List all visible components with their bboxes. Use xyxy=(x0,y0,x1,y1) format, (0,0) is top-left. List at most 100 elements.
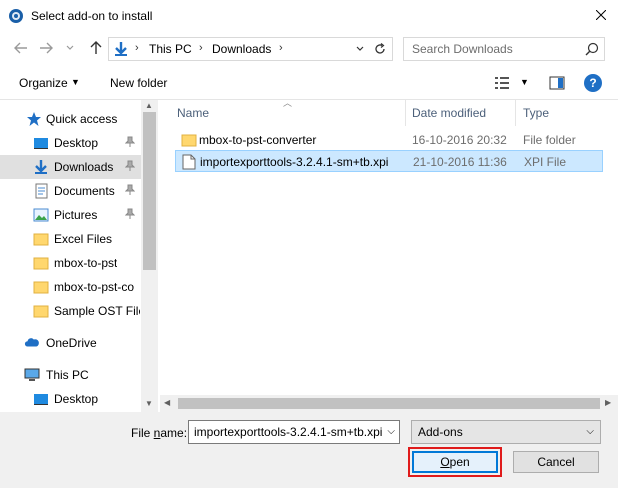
sidebar-item-sample-ost-file[interactable]: Sample OST File xyxy=(0,299,141,323)
chevron-down-icon xyxy=(66,45,74,50)
search-input[interactable]: Search Downloads xyxy=(403,37,605,61)
column-separator[interactable] xyxy=(405,100,406,126)
file-row-mbox-to-pst-converter[interactable]: mbox-to-pst-converter 16-10-2016 20:32 F… xyxy=(175,129,603,151)
scroll-up-icon[interactable]: ▲ xyxy=(145,101,153,110)
sidebar-item-pictures[interactable]: Pictures xyxy=(0,203,141,227)
folder-icon xyxy=(33,257,49,270)
sidebar-item-label: Downloads xyxy=(54,160,114,174)
file-row-importexporttools[interactable]: importexporttools-3.2.4.1-sm+tb.xpi 21-1… xyxy=(175,150,603,172)
sidebar-item-label: mbox-to-pst-co xyxy=(54,280,135,294)
download-icon xyxy=(35,160,47,174)
help-button[interactable]: ? xyxy=(584,74,602,92)
desktop-icon xyxy=(34,394,48,405)
sidebar-item-label: Documents xyxy=(54,184,115,198)
breadcrumb-separator-icon: › xyxy=(135,42,139,54)
view-dropdown-icon[interactable]: ▼ xyxy=(520,77,529,87)
sidebar-scroll-thumb[interactable] xyxy=(143,112,156,270)
documents-icon xyxy=(35,183,48,199)
folder-icon xyxy=(33,281,49,294)
title-bar: Select add-on to install xyxy=(0,0,618,32)
file-name: importexporttools-3.2.4.1-sm+tb.xpi xyxy=(200,155,389,169)
pictures-icon xyxy=(33,208,49,222)
back-button[interactable] xyxy=(13,40,29,56)
scroll-right-icon[interactable]: ▶ xyxy=(605,398,611,407)
close-icon xyxy=(596,10,606,20)
download-icon xyxy=(115,42,127,56)
breadcrumb-separator-icon: › xyxy=(279,42,283,54)
refresh-button[interactable] xyxy=(371,40,389,58)
folder-icon xyxy=(33,233,49,246)
file-type-filter-value: Add-ons xyxy=(418,425,463,439)
chevron-down-icon[interactable]: ⌵ xyxy=(387,426,395,437)
up-button[interactable] xyxy=(88,40,104,56)
horizontal-scroll-thumb[interactable] xyxy=(178,398,600,409)
sidebar-item-label: mbox-to-pst xyxy=(54,256,118,270)
sidebar-item-mbox-to-pst[interactable]: mbox-to-pst xyxy=(0,251,141,275)
sidebar-item-label: Pictures xyxy=(54,208,98,222)
breadcrumb-this-pc[interactable]: This PC xyxy=(149,42,192,56)
cancel-button[interactable]: Cancel xyxy=(513,451,599,473)
sidebar-item-mbox-to-pst-co[interactable]: mbox-to-pst-co xyxy=(0,275,141,299)
sidebar-item-onedrive[interactable]: OneDrive xyxy=(0,331,141,355)
file-name-input[interactable]: importexporttools-3.2.4.1-sm+tb.xpi ⌵ xyxy=(188,420,400,444)
pin-icon[interactable] xyxy=(125,184,135,196)
file-type: XPI File xyxy=(524,155,567,169)
sidebar-item-label: OneDrive xyxy=(46,336,97,350)
open-button[interactable]: Open xyxy=(412,451,498,473)
thunderbird-icon xyxy=(9,9,23,23)
folder-icon xyxy=(181,134,197,147)
folder-icon xyxy=(33,305,49,318)
sort-ascending-icon: ︿ xyxy=(283,98,293,108)
refresh-icon xyxy=(375,43,385,54)
file-type-filter-select[interactable]: Add-ons ⌵ xyxy=(411,420,601,444)
file-icon xyxy=(182,154,196,170)
file-type: File folder xyxy=(523,133,576,147)
sidebar-item-excel-files[interactable]: Excel Files xyxy=(0,227,141,251)
arrow-right-icon xyxy=(40,42,53,54)
sidebar-item-label: Sample OST File xyxy=(54,304,140,318)
sidebar-item-desktop-pc[interactable]: Desktop xyxy=(0,387,141,411)
star-icon xyxy=(27,112,41,126)
sidebar-item-this-pc[interactable]: This PC xyxy=(0,363,141,387)
file-date: 21-10-2016 11:36 xyxy=(413,155,507,169)
sidebar-item-label: Excel Files xyxy=(54,232,113,246)
sidebar-item-desktop[interactable]: Desktop xyxy=(0,131,141,155)
sidebar-item-label: This PC xyxy=(46,368,89,382)
column-separator[interactable] xyxy=(515,100,516,126)
sidebar-item-label: Desktop xyxy=(54,136,99,150)
organize-dropdown-icon[interactable]: ▼ xyxy=(71,77,80,87)
pin-icon[interactable] xyxy=(125,208,135,220)
search-placeholder: Search Downloads xyxy=(412,42,513,56)
sidebar-item-downloads[interactable]: Downloads xyxy=(0,155,141,179)
file-name-value: importexporttools-3.2.4.1-sm+tb.xpi xyxy=(194,425,382,439)
sidebar-item-quick-access[interactable]: Quick access xyxy=(0,107,141,131)
chevron-down-icon: ⌵ xyxy=(586,426,594,437)
new-folder-button[interactable]: New folder xyxy=(110,76,167,90)
chevron-down-icon xyxy=(356,46,364,51)
scroll-down-icon[interactable]: ▼ xyxy=(145,399,153,408)
scroll-left-icon[interactable]: ◀ xyxy=(164,398,170,407)
forward-button[interactable] xyxy=(38,40,54,56)
close-button[interactable] xyxy=(584,0,618,30)
pin-icon[interactable] xyxy=(125,136,135,148)
file-name-label: File name: xyxy=(131,426,188,440)
organize-button[interactable]: Organize xyxy=(19,76,68,90)
pin-icon[interactable] xyxy=(125,160,135,172)
file-date: 16-10-2016 20:32 xyxy=(412,133,507,147)
navigation-pane: Quick access Desktop Downloads Documents… xyxy=(0,100,156,412)
breadcrumb-downloads[interactable]: Downloads xyxy=(212,42,271,56)
preview-pane-icon[interactable] xyxy=(549,75,565,91)
breadcrumb-separator-icon: › xyxy=(199,42,203,54)
cloud-icon xyxy=(24,338,39,347)
recent-locations-button[interactable] xyxy=(62,40,78,56)
file-name: mbox-to-pst-converter xyxy=(199,133,317,147)
address-bar[interactable]: › This PC › Downloads › xyxy=(108,37,393,61)
sidebar-item-label: Desktop xyxy=(54,392,99,406)
sidebar-item-documents[interactable]: Documents xyxy=(0,179,141,203)
address-dropdown-button[interactable] xyxy=(353,40,367,58)
sidebar-item-label: Quick access xyxy=(46,112,118,126)
search-icon xyxy=(585,42,599,56)
computer-icon xyxy=(24,368,40,381)
view-options-icon[interactable] xyxy=(494,75,510,91)
arrow-up-icon xyxy=(90,41,102,54)
